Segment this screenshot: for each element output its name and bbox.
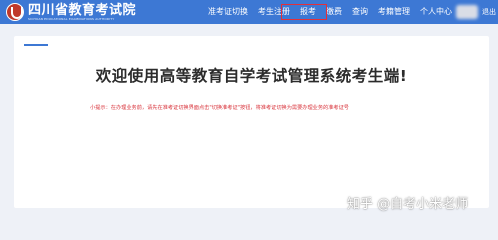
nav-item-switch-ticket[interactable]: 准考证切换 — [203, 0, 253, 24]
logout-link[interactable]: 退出 — [482, 7, 496, 17]
main-nav: 准考证切换 考生注册 报考 缴费 查询 考籍管理 个人中心 — [203, 0, 457, 24]
top-navigation-bar: 四川省教育考试院 SICHUAN EDUCATIONAL EXAMINATION… — [0, 0, 498, 24]
tip-message: 小提示：在办理业务前，请先在准考证切换界面点击"切换准考证"按钮，将准考证切换为… — [90, 105, 349, 111]
logo-subtitle: SICHUAN EDUCATIONAL EXAMINATIONS AUTHORI… — [28, 16, 115, 21]
emblem-icon — [6, 3, 24, 21]
logo-text: 四川省教育考试院 SICHUAN EDUCATIONAL EXAMINATION… — [28, 4, 136, 21]
panel-accent-line — [24, 44, 48, 46]
blurred-username — [456, 5, 478, 19]
site-logo[interactable]: 四川省教育考试院 SICHUAN EDUCATIONAL EXAMINATION… — [6, 2, 136, 22]
watermark-text: 知乎 @自考小米老师 — [347, 197, 469, 212]
nav-item-records[interactable]: 考籍管理 — [373, 0, 415, 24]
main-content-panel: 欢迎使用高等教育自学考试管理系统考生端! 小提示：在办理业务前，请先在准考证切换… — [14, 36, 489, 208]
nav-item-query[interactable]: 查询 — [347, 0, 373, 24]
annotation-highlight-box — [281, 4, 327, 20]
welcome-heading: 欢迎使用高等教育自学考试管理系统考生端! — [95, 67, 408, 85]
nav-item-profile[interactable]: 个人中心 — [415, 0, 457, 24]
user-area: 退出 — [456, 0, 496, 24]
logo-title: 四川省教育考试院 — [28, 2, 137, 18]
